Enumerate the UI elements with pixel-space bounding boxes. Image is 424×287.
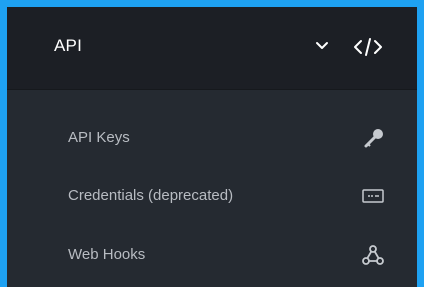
- panel-header[interactable]: API: [7, 7, 417, 90]
- menu-item-web-hooks[interactable]: Web Hooks: [7, 232, 417, 278]
- menu-item-api-keys[interactable]: API Keys: [7, 115, 417, 161]
- menu-item-label: Credentials (deprecated): [68, 187, 234, 204]
- chevron-down-icon[interactable]: [315, 39, 329, 53]
- webhook-icon: [362, 245, 384, 265]
- menu-item-credentials[interactable]: Credentials (deprecated): [7, 173, 417, 219]
- credentials-card-icon: [362, 189, 384, 203]
- panel-title: API: [54, 36, 83, 55]
- api-panel: API API Keys Credentials (deprecated) We…: [0, 0, 424, 287]
- key-icon: [364, 129, 383, 148]
- menu-item-label: Web Hooks: [68, 246, 146, 263]
- code-icon[interactable]: [353, 37, 383, 57]
- menu-item-label: API Keys: [68, 129, 130, 146]
